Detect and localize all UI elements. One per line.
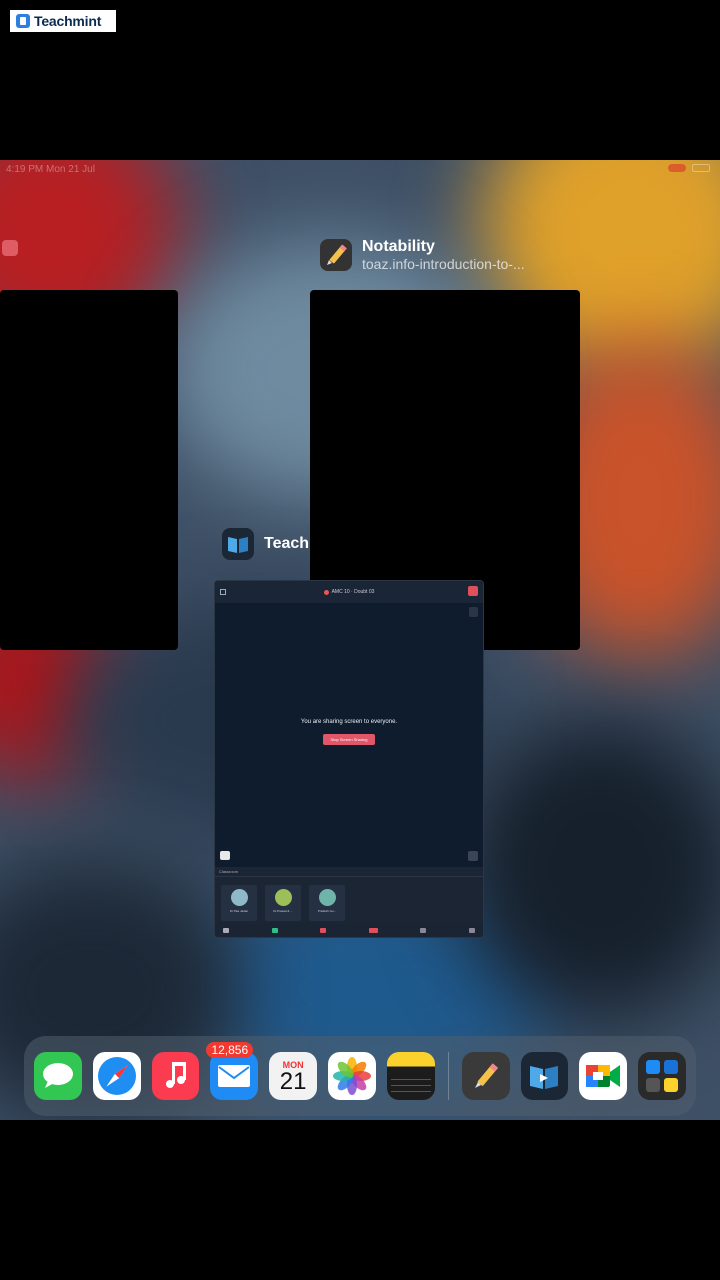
participant-name: Pratiksh Gu... (317, 909, 337, 913)
avatar (274, 889, 292, 906)
participant-name: Dr.Tika Jadan (229, 909, 249, 913)
ipad-screen: 4:19 PM Mon 21 Jul Notability toaz.info-… (0, 160, 720, 1120)
calendar-date: 21 (279, 1068, 307, 1095)
status-bar: 4:19 PM Mon 21 Jul (0, 162, 720, 178)
end-call-button[interactable] (468, 586, 478, 596)
watermark-text: Teachmint (34, 13, 102, 29)
meeting-title: AMC 10 · Doubt 03 (331, 589, 375, 595)
app-card-left-icon (2, 240, 18, 256)
sharing-message: You are sharing screen to everyone. (300, 719, 398, 725)
participants-bar: Classroom (215, 867, 483, 877)
teachmint-app-icon[interactable] (520, 1052, 569, 1100)
share-screen-icon[interactable] (271, 927, 278, 933)
status-time: 4:19 PM Mon 21 Jul (6, 164, 95, 175)
mic-off-icon[interactable] (320, 927, 327, 933)
notability-app-icon[interactable] (461, 1052, 510, 1100)
notability-subtitle: toaz.info-introduction-to-... (362, 256, 525, 272)
recording-indicator-icon (668, 164, 686, 172)
letterbox-bottom (0, 1120, 720, 1280)
mail-badge: 12,856 (206, 1042, 254, 1058)
participant-tile[interactable]: Dr.Tika Jadan (221, 885, 257, 921)
notability-title: Notability (362, 238, 435, 255)
app-library-icon[interactable] (638, 1052, 686, 1100)
teachmint-book-icon (222, 528, 254, 560)
dock: 12,856 MON 21 (24, 1036, 696, 1116)
photos-app-icon[interactable] (328, 1052, 376, 1100)
music-app-icon[interactable] (151, 1052, 200, 1100)
teachmint-title: Teach (264, 535, 310, 552)
participant-tile[interactable]: Pratiksh Gu... (309, 885, 345, 921)
chat-icon[interactable] (220, 851, 230, 860)
hand-icon[interactable] (420, 927, 427, 933)
app-card-left[interactable] (0, 290, 178, 650)
teachmint-card[interactable]: AMC 10 · Doubt 03 You are sharing screen… (214, 580, 484, 938)
participant-tile[interactable]: Dr.Prasad & ... (265, 885, 301, 921)
camera-off-icon[interactable] (368, 927, 378, 933)
avatar (230, 889, 248, 906)
meeting-toolbar (215, 923, 483, 937)
meeting-header: AMC 10 · Doubt 03 (215, 581, 483, 603)
teachmint-watermark: Teachmint (10, 10, 116, 32)
safari-app-icon[interactable] (92, 1052, 141, 1100)
dock-separator (447, 1052, 449, 1100)
fullscreen-icon[interactable] (220, 589, 226, 595)
battery-icon (692, 164, 710, 172)
teachmint-label: Teach (222, 528, 309, 560)
stop-sharing-button[interactable]: Stop Screen Sharing (323, 734, 375, 745)
teachmint-logo-icon (16, 14, 30, 28)
notes-app-icon[interactable] (386, 1052, 435, 1100)
notability-label-text: Notability toaz.info-introduction-to-... (362, 238, 525, 272)
calendar-app-icon[interactable]: MON 21 (269, 1052, 318, 1100)
mail-app-icon[interactable]: 12,856 (206, 1042, 259, 1100)
messages-app-icon[interactable] (34, 1052, 82, 1100)
raise-hand-icon[interactable] (468, 851, 478, 861)
notability-label: Notability toaz.info-introduction-to-... (320, 238, 525, 272)
participants-list: Dr.Tika Jadan Dr.Prasad & ... Pratiksh G… (215, 877, 483, 929)
status-indicators (668, 164, 710, 172)
more-icon[interactable] (468, 927, 475, 933)
participants-toggle-button[interactable] (469, 607, 478, 617)
google-meet-app-icon[interactable] (579, 1052, 628, 1100)
grid-icon[interactable] (223, 927, 229, 933)
notability-pencil-icon (320, 239, 352, 271)
participant-name: Dr.Prasad & ... (273, 909, 293, 913)
record-dot-icon (323, 589, 329, 595)
avatar (318, 889, 336, 906)
